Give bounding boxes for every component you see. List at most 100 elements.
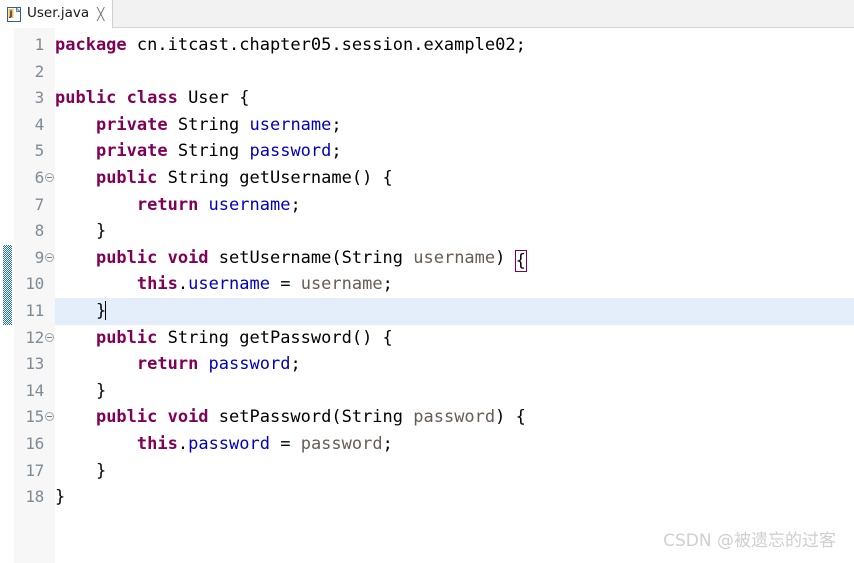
- line-number: 2: [34, 61, 45, 81]
- code-token: .: [177, 434, 189, 454]
- editor-tab-label: User.java: [27, 5, 90, 22]
- gutter-line[interactable]: 12: [14, 325, 55, 352]
- gutter-line[interactable]: 9: [14, 245, 55, 272]
- gutter-line[interactable]: 3: [14, 85, 55, 112]
- code-token: setUsername(String: [218, 247, 414, 268]
- code-token: password: [413, 407, 496, 428]
- code-token: ;: [290, 354, 301, 375]
- line-number-gutter[interactable]: 1 2 3 4 5 6 7 8 9 10 11 12 13 14 15 16 17 18: [14, 28, 56, 563]
- code-token: password: [188, 434, 270, 454]
- gutter-line[interactable]: 11: [14, 298, 55, 325]
- gutter-line[interactable]: 7: [14, 192, 55, 219]
- bracket-match-highlight: {: [514, 249, 527, 272]
- code-token: ;: [382, 434, 393, 454]
- code-token: return: [136, 354, 209, 375]
- gutter-line[interactable]: 13: [14, 351, 55, 378]
- editor-tab-bar: J User.java ╳: [0, 0, 854, 29]
- line-number: 10: [25, 274, 44, 294]
- code-line[interactable]: private String password;: [55, 138, 854, 165]
- code-line[interactable]: this.username = username;: [55, 271, 854, 298]
- gutter-line[interactable]: 2: [14, 59, 55, 86]
- gutter-line[interactable]: 4: [14, 112, 55, 139]
- code-token: ;: [382, 274, 393, 295]
- code-line[interactable]: }: [55, 378, 854, 405]
- code-line[interactable]: public class User {: [55, 85, 854, 112]
- line-number: 17: [25, 460, 44, 480]
- code-token: setPassword(String: [218, 407, 414, 428]
- code-line[interactable]: public String getUsername() {: [55, 165, 854, 192]
- line-number: 16: [25, 434, 44, 453]
- code-token: ;: [290, 194, 301, 215]
- gutter-line[interactable]: 5: [14, 138, 55, 165]
- code-line[interactable]: [55, 59, 854, 86]
- svg-text:J: J: [9, 9, 13, 18]
- line-number: 1: [34, 35, 45, 54]
- code-line[interactable]: public String getPassword() {: [55, 325, 854, 352]
- change-bar-marker: [3, 244, 12, 325]
- fold-collapse-icon[interactable]: [45, 252, 54, 262]
- line-number: 15: [25, 407, 44, 427]
- code-line[interactable]: return password;: [55, 351, 854, 378]
- code-token: String getUsername() {: [167, 168, 393, 188]
- code-line[interactable]: public void setUsername(String username)…: [55, 245, 854, 272]
- fold-collapse-icon[interactable]: [45, 332, 54, 342]
- code-line[interactable]: }: [55, 298, 854, 325]
- code-token: password: [208, 354, 291, 375]
- code-token: private: [95, 114, 178, 135]
- code-line[interactable]: package cn.itcast.chapter05.session.exam…: [55, 32, 854, 59]
- gutter-line[interactable]: 14: [14, 378, 55, 405]
- editor-tab-user-java[interactable]: J User.java ╳: [0, 0, 114, 29]
- code-token: .: [177, 274, 189, 295]
- code-line[interactable]: }: [55, 218, 854, 245]
- code-token: public void: [95, 407, 219, 428]
- code-token: package: [55, 35, 137, 55]
- code-text-area[interactable]: package cn.itcast.chapter05.session.exam…: [55, 28, 854, 563]
- code-token: }: [55, 301, 107, 321]
- gutter-line[interactable]: 15: [14, 404, 55, 431]
- code-token: ;: [331, 114, 342, 135]
- code-token: private: [95, 141, 178, 162]
- code-token: public: [95, 168, 168, 188]
- line-number: 18: [25, 487, 44, 507]
- gutter-line[interactable]: 18: [14, 484, 55, 511]
- close-icon[interactable]: ╳: [97, 8, 104, 20]
- code-token: }: [55, 221, 107, 242]
- code-line[interactable]: private String username;: [55, 112, 854, 139]
- code-token: ;: [331, 141, 342, 162]
- code-token: username: [413, 247, 496, 268]
- line-number: 8: [34, 221, 45, 241]
- code-line[interactable]: this.password = password;: [55, 431, 854, 458]
- line-number: 3: [34, 88, 45, 108]
- gutter-line[interactable]: 17: [14, 458, 55, 485]
- code-line[interactable]: return username;: [55, 192, 854, 219]
- gutter-line[interactable]: 8: [14, 218, 55, 245]
- code-token: ): [495, 247, 516, 268]
- code-token: }: [55, 460, 107, 481]
- code-editor[interactable]: 1 2 3 4 5 6 7 8 9 10 11 12 13 14 15 16 17 18 package cn.i…: [0, 28, 854, 563]
- code-token: this: [136, 434, 178, 454]
- code-token: }: [55, 487, 66, 508]
- gutter-line[interactable]: 16: [14, 431, 55, 458]
- code-line[interactable]: }: [55, 458, 854, 485]
- code-line[interactable]: public void setPassword(String password)…: [55, 404, 854, 431]
- gutter-line[interactable]: 6: [14, 165, 55, 192]
- gutter-line[interactable]: 1: [14, 32, 55, 59]
- code-token: String: [177, 114, 250, 135]
- code-token: return: [136, 194, 209, 215]
- code-line[interactable]: }: [55, 484, 854, 511]
- line-number: 5: [34, 141, 45, 161]
- fold-collapse-icon[interactable]: [45, 412, 54, 422]
- gutter-line[interactable]: 10: [14, 271, 55, 298]
- fold-collapse-icon[interactable]: [45, 173, 54, 182]
- code-token: this: [136, 274, 178, 295]
- line-number: 9: [34, 247, 45, 267]
